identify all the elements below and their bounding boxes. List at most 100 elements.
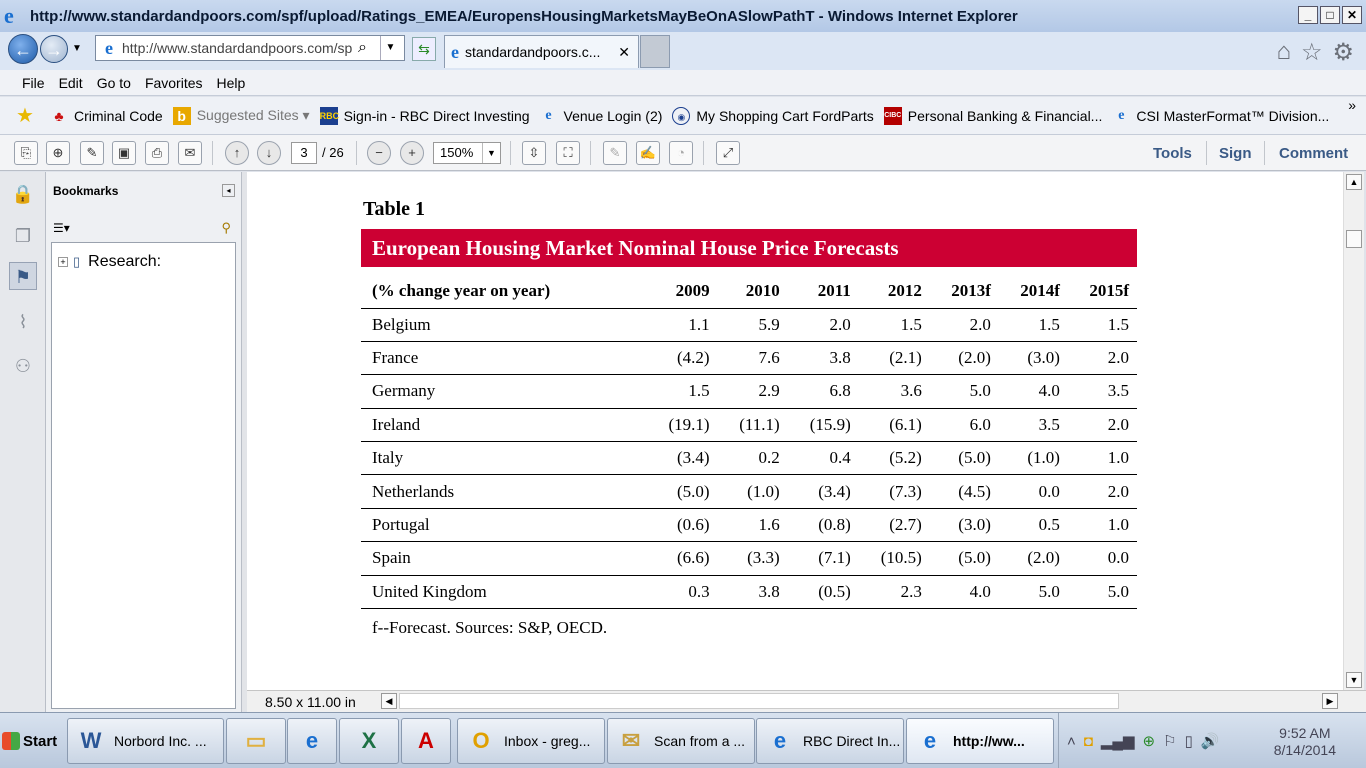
new-tab-button[interactable] [640, 35, 670, 68]
fit-page-icon[interactable]: ⛶ [556, 141, 580, 165]
taskbar-button-outlook[interactable]: O Inbox - greg... [457, 718, 605, 764]
bookmarks-header: Bookmarks [53, 184, 119, 198]
taskbar-button-ie[interactable]: e [287, 718, 337, 764]
scroll-up-icon[interactable]: ▲ [1346, 174, 1362, 190]
add-favorite-button[interactable]: ★ [16, 106, 40, 126]
taskbar-button-folder[interactable]: ▭ [226, 718, 286, 764]
comment-tool-icon[interactable]: ✎ [603, 141, 627, 165]
page-thumbnails-icon[interactable]: ❐ [9, 222, 37, 250]
bookmark-options-icon[interactable]: ☰▾ [53, 221, 70, 235]
taskbar-button-word[interactable]: W Norbord Inc. ... [67, 718, 224, 764]
lock-icon[interactable]: 🔒 [9, 180, 37, 208]
value-cell: (7.1) [787, 541, 859, 576]
table-row: United Kingdom 0.3 3.8 (0.5) 2.3 4.0 5.0 5.0 [361, 575, 1137, 610]
browser-tab[interactable]: e standardandpoors.c... ✕ [444, 35, 639, 68]
menu-go-to[interactable]: Go to [97, 75, 131, 91]
more-favorites-chevron-icon[interactable]: » [1348, 97, 1356, 113]
show-hidden-icons[interactable]: ˄ [1067, 733, 1076, 750]
next-page-icon[interactable]: ↓ [257, 141, 281, 165]
stamp-tool-icon[interactable]: ◔ [669, 141, 693, 165]
gear-icon[interactable]: ⚙ [1332, 38, 1354, 67]
column-header-year: 2012 [858, 274, 930, 309]
bookmarks-icon[interactable]: ⚑ [9, 262, 37, 290]
find-bookmark-icon[interactable]: ⚲ [221, 220, 231, 236]
menu-favorites[interactable]: Favorites [145, 75, 203, 91]
page-number-input[interactable]: 3 [291, 142, 317, 164]
expand-icon[interactable]: + [58, 257, 68, 267]
close-tab-icon[interactable]: ✕ [618, 44, 630, 61]
value-cell: (6.1) [858, 408, 930, 443]
value-cell: 3.5 [1067, 374, 1137, 409]
horizontal-scrollbar[interactable] [399, 693, 1119, 709]
close-window-button[interactable]: ✕ [1342, 6, 1362, 24]
refresh-button[interactable]: ⇆ [412, 37, 436, 61]
zoom-dropdown-icon[interactable]: ▼ [482, 143, 500, 163]
menu-help[interactable]: Help [217, 75, 246, 91]
print-icon[interactable]: ⎙ [145, 141, 169, 165]
history-dropdown-icon[interactable]: ▼ [72, 43, 82, 54]
address-field[interactable]: e ⌕ ▼ [95, 35, 405, 61]
menu-file[interactable]: File [22, 75, 45, 91]
value-cell: (1.0) [717, 474, 788, 509]
search-icon[interactable]: ⌕ [358, 39, 380, 57]
collapse-panel-icon[interactable]: ◂ [222, 184, 235, 197]
create-pdf-icon[interactable]: ⎘ [14, 141, 38, 165]
taskbar-button-acrobat[interactable]: A [401, 718, 451, 764]
fit-width-icon[interactable]: ⇳ [522, 141, 546, 165]
scroll-down-icon[interactable]: ▼ [1346, 672, 1362, 688]
volume-icon[interactable]: 🔊 [1201, 732, 1220, 750]
action-center-flag-icon[interactable]: ⚐ [1163, 732, 1176, 750]
table-row: Italy (3.4) 0.2 0.4 (5.2) (5.0) (1.0) 1.0 [361, 441, 1137, 476]
home-icon[interactable]: ⌂ [1276, 38, 1291, 67]
menu-edit[interactable]: Edit [59, 75, 83, 91]
value-cell: (5.0) [929, 441, 999, 476]
signal-icon[interactable]: ▂▄▆ [1101, 732, 1135, 750]
device-icon[interactable]: ▯ [1185, 732, 1193, 750]
sign-pane-button[interactable]: Sign [1219, 145, 1252, 162]
favorite-ford-parts[interactable]: ◉ My Shopping Cart FordParts [672, 106, 874, 125]
favorite-suggested-sites[interactable]: b Suggested Sites ▾ [172, 106, 310, 125]
taskbar-button-excel[interactable]: X [339, 718, 399, 764]
zoom-out-icon[interactable]: − [367, 141, 391, 165]
taskbar-button-ie[interactable]: e http://ww... [906, 718, 1054, 764]
network-globe-icon[interactable]: ⊕ [1143, 732, 1156, 750]
vertical-scrollbar[interactable]: ▲ ▼ [1343, 172, 1364, 690]
favorite-venue-login[interactable]: e Venue Login (2) [540, 107, 662, 125]
scroll-thumb[interactable] [1346, 230, 1362, 248]
sign-tool-icon[interactable]: ✍ [636, 141, 660, 165]
maximize-button[interactable]: □ [1320, 6, 1340, 24]
binoculars-icon[interactable]: ⚇ [9, 352, 37, 380]
bookmark-item[interactable]: + ▯ Research: [58, 253, 161, 271]
zoom-in-icon[interactable]: + [400, 141, 424, 165]
favorites-star-icon[interactable]: ☆ [1301, 38, 1323, 67]
favorite-criminal-code[interactable]: ♣ Criminal Code [50, 107, 162, 125]
clock[interactable]: 9:52 AM 8/14/2014 [1274, 725, 1336, 759]
scroll-right-icon[interactable]: ▶ [1322, 693, 1338, 709]
tools-pane-button[interactable]: Tools [1153, 145, 1192, 162]
edit-pdf-icon[interactable]: ✎ [80, 141, 104, 165]
table-footnote: f--Forecast. Sources: S&P, OECD. [372, 618, 608, 637]
value-cell: (3.4) [646, 441, 718, 476]
previous-page-icon[interactable]: ↑ [225, 141, 249, 165]
full-screen-icon[interactable]: ⤢ [716, 141, 740, 165]
favorite-csi-masterformat[interactable]: e CSI MasterFormat™ Division... [1112, 107, 1329, 125]
email-icon[interactable]: ✉ [178, 141, 202, 165]
taskbar-button-envelope[interactable]: ✉ Scan from a ... [607, 718, 755, 764]
outlook-tray-icon[interactable]: ◘ [1084, 733, 1093, 750]
forward-button[interactable]: → [40, 35, 68, 63]
start-button[interactable]: Start [2, 721, 62, 761]
combine-files-icon[interactable]: ⊕ [46, 141, 70, 165]
save-icon[interactable]: ▣ [112, 141, 136, 165]
scroll-left-icon[interactable]: ◀ [381, 693, 397, 709]
taskbar-button-ie[interactable]: e RBC Direct In... [756, 718, 904, 764]
favorite-cibc[interactable]: CIBC Personal Banking & Financial... [883, 106, 1102, 125]
comment-pane-button[interactable]: Comment [1279, 145, 1348, 162]
zoom-level-select[interactable]: 150% ▼ [433, 142, 501, 164]
attachments-icon[interactable]: ⌇ [9, 308, 37, 336]
bookmark-icon: ▯ [73, 254, 81, 269]
url-input[interactable] [122, 40, 358, 56]
back-button[interactable]: ← [8, 34, 38, 64]
address-dropdown-icon[interactable]: ▼ [380, 36, 400, 60]
favorite-rbc-direct[interactable]: RBC Sign-in - RBC Direct Investing [319, 106, 530, 125]
minimize-button[interactable]: _ [1298, 6, 1318, 24]
